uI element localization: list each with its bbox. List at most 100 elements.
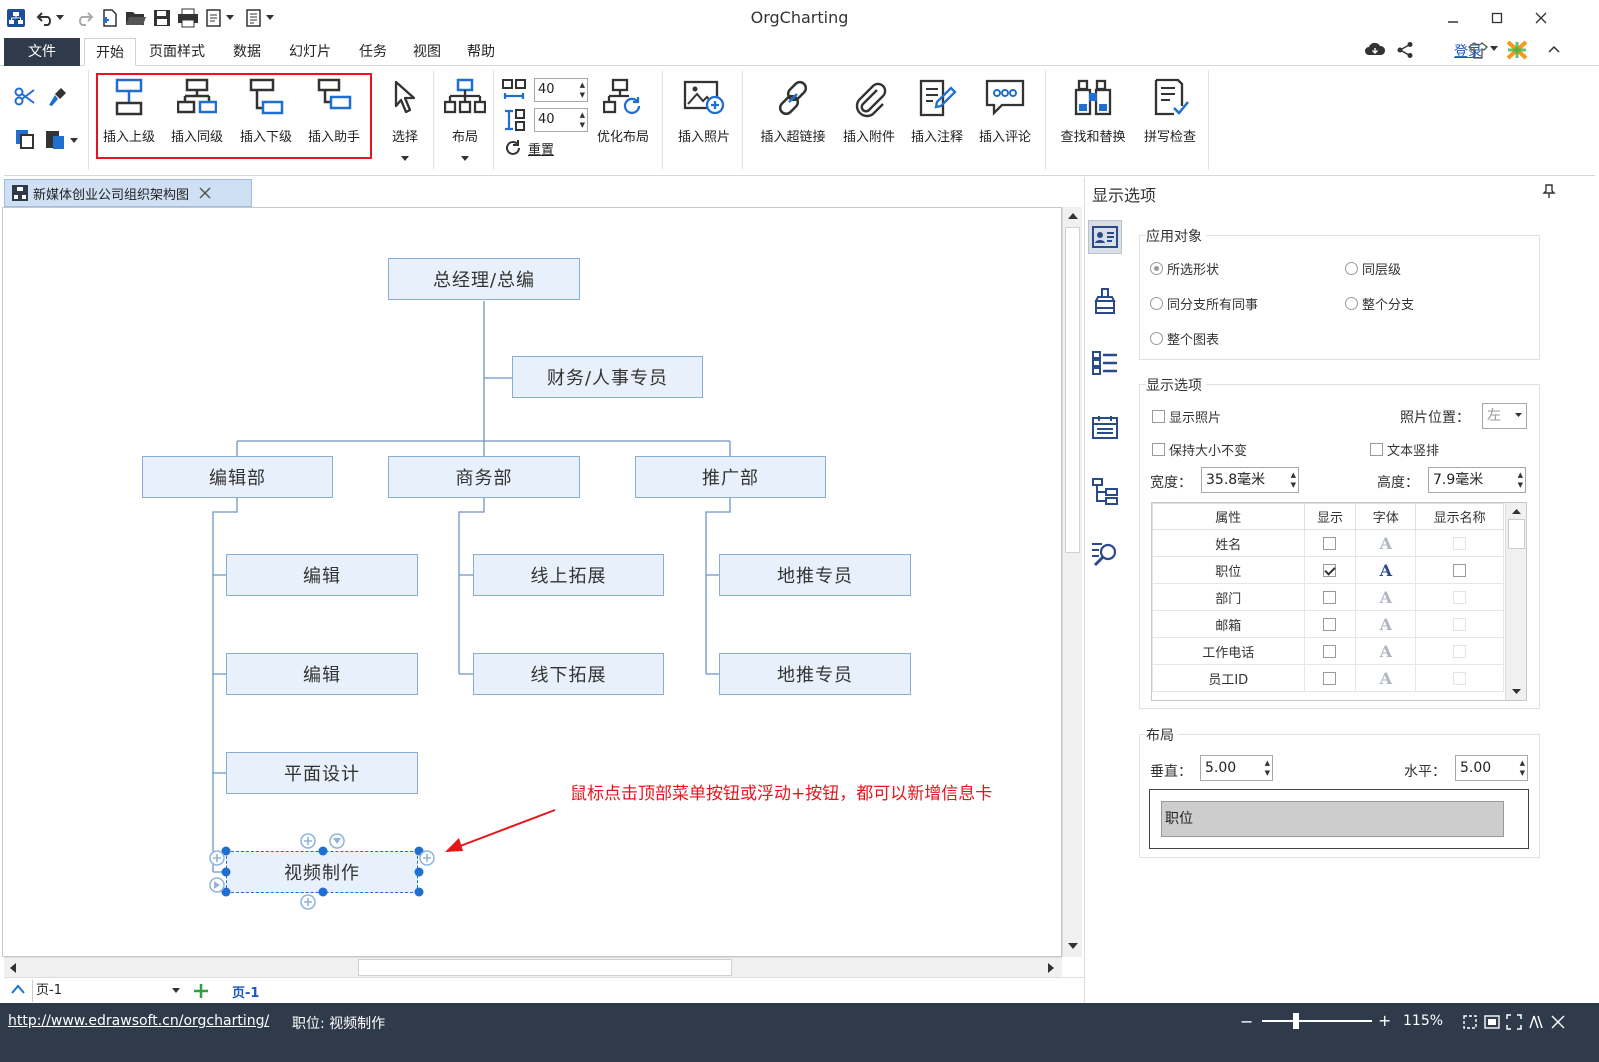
scroll-left-icon[interactable] (8, 962, 18, 974)
ribbon-collapse-icon[interactable] (1548, 44, 1560, 54)
website-link[interactable]: http://www.edrawsoft.cn/orgcharting/ (8, 1013, 269, 1029)
zoom-out-icon[interactable]: − (1240, 1012, 1253, 1031)
font-icon[interactable]: A (1380, 588, 1392, 607)
node-department-promotion[interactable]: 推广部 (635, 456, 826, 498)
horizontal-margin-input[interactable]: 5.00 ▲ ▼ (1455, 755, 1528, 781)
vertical-scrollbar[interactable] (1062, 207, 1082, 957)
full-screen-icon[interactable] (1506, 1014, 1522, 1030)
height-input[interactable]: 7.9毫米 ▲ ▼ (1428, 467, 1526, 493)
fit-page-icon[interactable] (1462, 1014, 1478, 1030)
insert-hyperlink-button[interactable]: 插入超链接 (754, 76, 832, 145)
minimize-button[interactable] (1430, 0, 1476, 36)
undo-dropdown-icon[interactable] (54, 6, 66, 30)
file-menu[interactable]: 文件 (4, 38, 80, 66)
radio-branch-colleagues[interactable]: 同分支所有同事 (1150, 294, 1258, 313)
vertical-text-checkbox[interactable]: 文本竖排 (1370, 440, 1439, 459)
skin-icon[interactable] (1468, 41, 1488, 59)
spinner-arrows-icon[interactable]: ▲ ▼ (1265, 758, 1270, 778)
font-icon[interactable]: A (1380, 642, 1392, 661)
insert-note-button[interactable]: 插入注释 (906, 76, 968, 145)
radio-whole-branch[interactable]: 整个分支 (1345, 294, 1414, 313)
vertical-spacing-input[interactable]: 40 ▲ ▼ (534, 108, 588, 132)
select-button[interactable]: 选择 (380, 76, 430, 145)
page-selector[interactable]: 页-1 (32, 980, 182, 1002)
panel-tab-search[interactable] (1088, 536, 1122, 570)
maximize-button[interactable] (1474, 0, 1520, 36)
radio-whole-chart[interactable]: 整个图表 (1150, 329, 1219, 348)
pin-icon[interactable] (1542, 184, 1556, 198)
page-selector-dropdown-icon[interactable] (172, 988, 180, 994)
select-dropdown-icon[interactable] (401, 156, 409, 162)
add-page-icon[interactable] (192, 982, 210, 1000)
show-checkbox[interactable] (1323, 536, 1337, 550)
open-folder-icon[interactable] (124, 6, 148, 30)
width-input[interactable]: 35.8毫米 ▲ ▼ (1201, 467, 1299, 493)
document-list-icon[interactable] (242, 6, 266, 30)
close-tab-icon[interactable] (199, 187, 211, 199)
show-checkbox[interactable] (1323, 563, 1337, 577)
expand-icon[interactable] (1550, 1014, 1566, 1030)
panel-tab-calendar[interactable] (1088, 410, 1122, 444)
save-icon[interactable] (150, 6, 174, 30)
panel-tab-data-fields[interactable] (1088, 346, 1122, 380)
selection-handles[interactable] (203, 828, 443, 918)
document-tab[interactable]: 新媒体创业公司组织架构图 (4, 179, 252, 207)
copy-icon[interactable] (14, 128, 36, 150)
redo-icon[interactable] (72, 6, 96, 30)
scroll-down-icon[interactable] (1067, 941, 1079, 951)
zoom-slider-thumb[interactable] (1293, 1013, 1300, 1029)
cut-icon[interactable] (14, 86, 36, 108)
tab-view[interactable]: 视图 (402, 38, 452, 66)
find-replace-button[interactable]: 查找和替换 (1055, 76, 1131, 145)
insert-photo-button[interactable]: 插入照片 (672, 76, 736, 145)
layout-button[interactable]: 布局 (440, 76, 490, 145)
export-dropdown-icon[interactable] (224, 6, 236, 30)
keep-size-checkbox[interactable]: 保持大小不变 (1152, 440, 1247, 459)
table-scroll-thumb[interactable] (1508, 519, 1525, 549)
node-root[interactable]: 总经理/总编 (388, 258, 580, 300)
page-tab-1[interactable]: 页-1 (232, 982, 259, 1001)
spinner-arrows-icon[interactable]: ▲ ▼ (1291, 470, 1296, 490)
show-checkbox[interactable] (1323, 617, 1337, 631)
node-department-editorial[interactable]: 编辑部 (142, 456, 333, 498)
node-department-business[interactable]: 商务部 (388, 456, 580, 498)
tab-tasks[interactable]: 任务 (348, 38, 398, 66)
customize-dropdown-icon[interactable] (264, 6, 276, 30)
font-icon[interactable]: A (1380, 534, 1392, 553)
insert-attachment-button[interactable]: 插入附件 (838, 76, 900, 145)
node-graphic-design[interactable]: 平面设计 (226, 752, 418, 794)
horizontal-scrollbar[interactable] (4, 957, 1062, 977)
page-list-up-icon[interactable] (10, 983, 26, 995)
show-checkbox[interactable] (1323, 671, 1337, 685)
chart-canvas[interactable]: 总经理/总编 财务/人事专员 编辑部 商务部 推广部 编辑 编辑 平面设计 视频… (2, 207, 1062, 957)
cloud-icon[interactable] (1364, 40, 1386, 58)
panel-tab-display-options[interactable] (1088, 220, 1122, 254)
node-online-expansion[interactable]: 线上拓展 (473, 554, 664, 596)
node-field-promoter-1[interactable]: 地推专员 (719, 554, 911, 596)
radio-selected-shape[interactable]: 所选形状 (1150, 259, 1219, 278)
show-checkbox[interactable] (1323, 644, 1337, 658)
reset-button[interactable]: 重置 (528, 139, 554, 158)
spinner-arrows-icon[interactable]: ▲ ▼ (580, 80, 585, 100)
horizontal-scroll-thumb[interactable] (358, 959, 732, 976)
layout-dropdown-icon[interactable] (461, 156, 469, 162)
scroll-up-icon[interactable] (1067, 211, 1079, 221)
node-editor-2[interactable]: 编辑 (226, 653, 418, 695)
font-icon[interactable]: A (1380, 561, 1392, 580)
paste-dropdown-icon[interactable] (70, 138, 78, 144)
node-assistant[interactable]: 财务/人事专员 (512, 356, 703, 398)
spinner-arrows-icon[interactable]: ▲ ▼ (1518, 470, 1523, 490)
font-icon[interactable]: A (1380, 615, 1392, 634)
scroll-right-icon[interactable] (1046, 962, 1056, 974)
show-checkbox[interactable] (1323, 590, 1337, 604)
node-field-promoter-2[interactable]: 地推专员 (719, 653, 911, 695)
scroll-up-icon[interactable] (1511, 507, 1522, 516)
show-name-checkbox[interactable] (1453, 563, 1467, 577)
close-window-button[interactable] (1518, 0, 1564, 36)
tab-data[interactable]: 数据 (222, 38, 272, 66)
format-painter-icon[interactable] (46, 86, 68, 108)
zoom-slider[interactable] (1262, 1013, 1372, 1029)
fit-width-icon[interactable] (1484, 1014, 1500, 1030)
spinner-arrows-icon[interactable]: ▲ ▼ (1520, 758, 1525, 778)
photo-position-select[interactable]: 左 (1482, 403, 1527, 429)
